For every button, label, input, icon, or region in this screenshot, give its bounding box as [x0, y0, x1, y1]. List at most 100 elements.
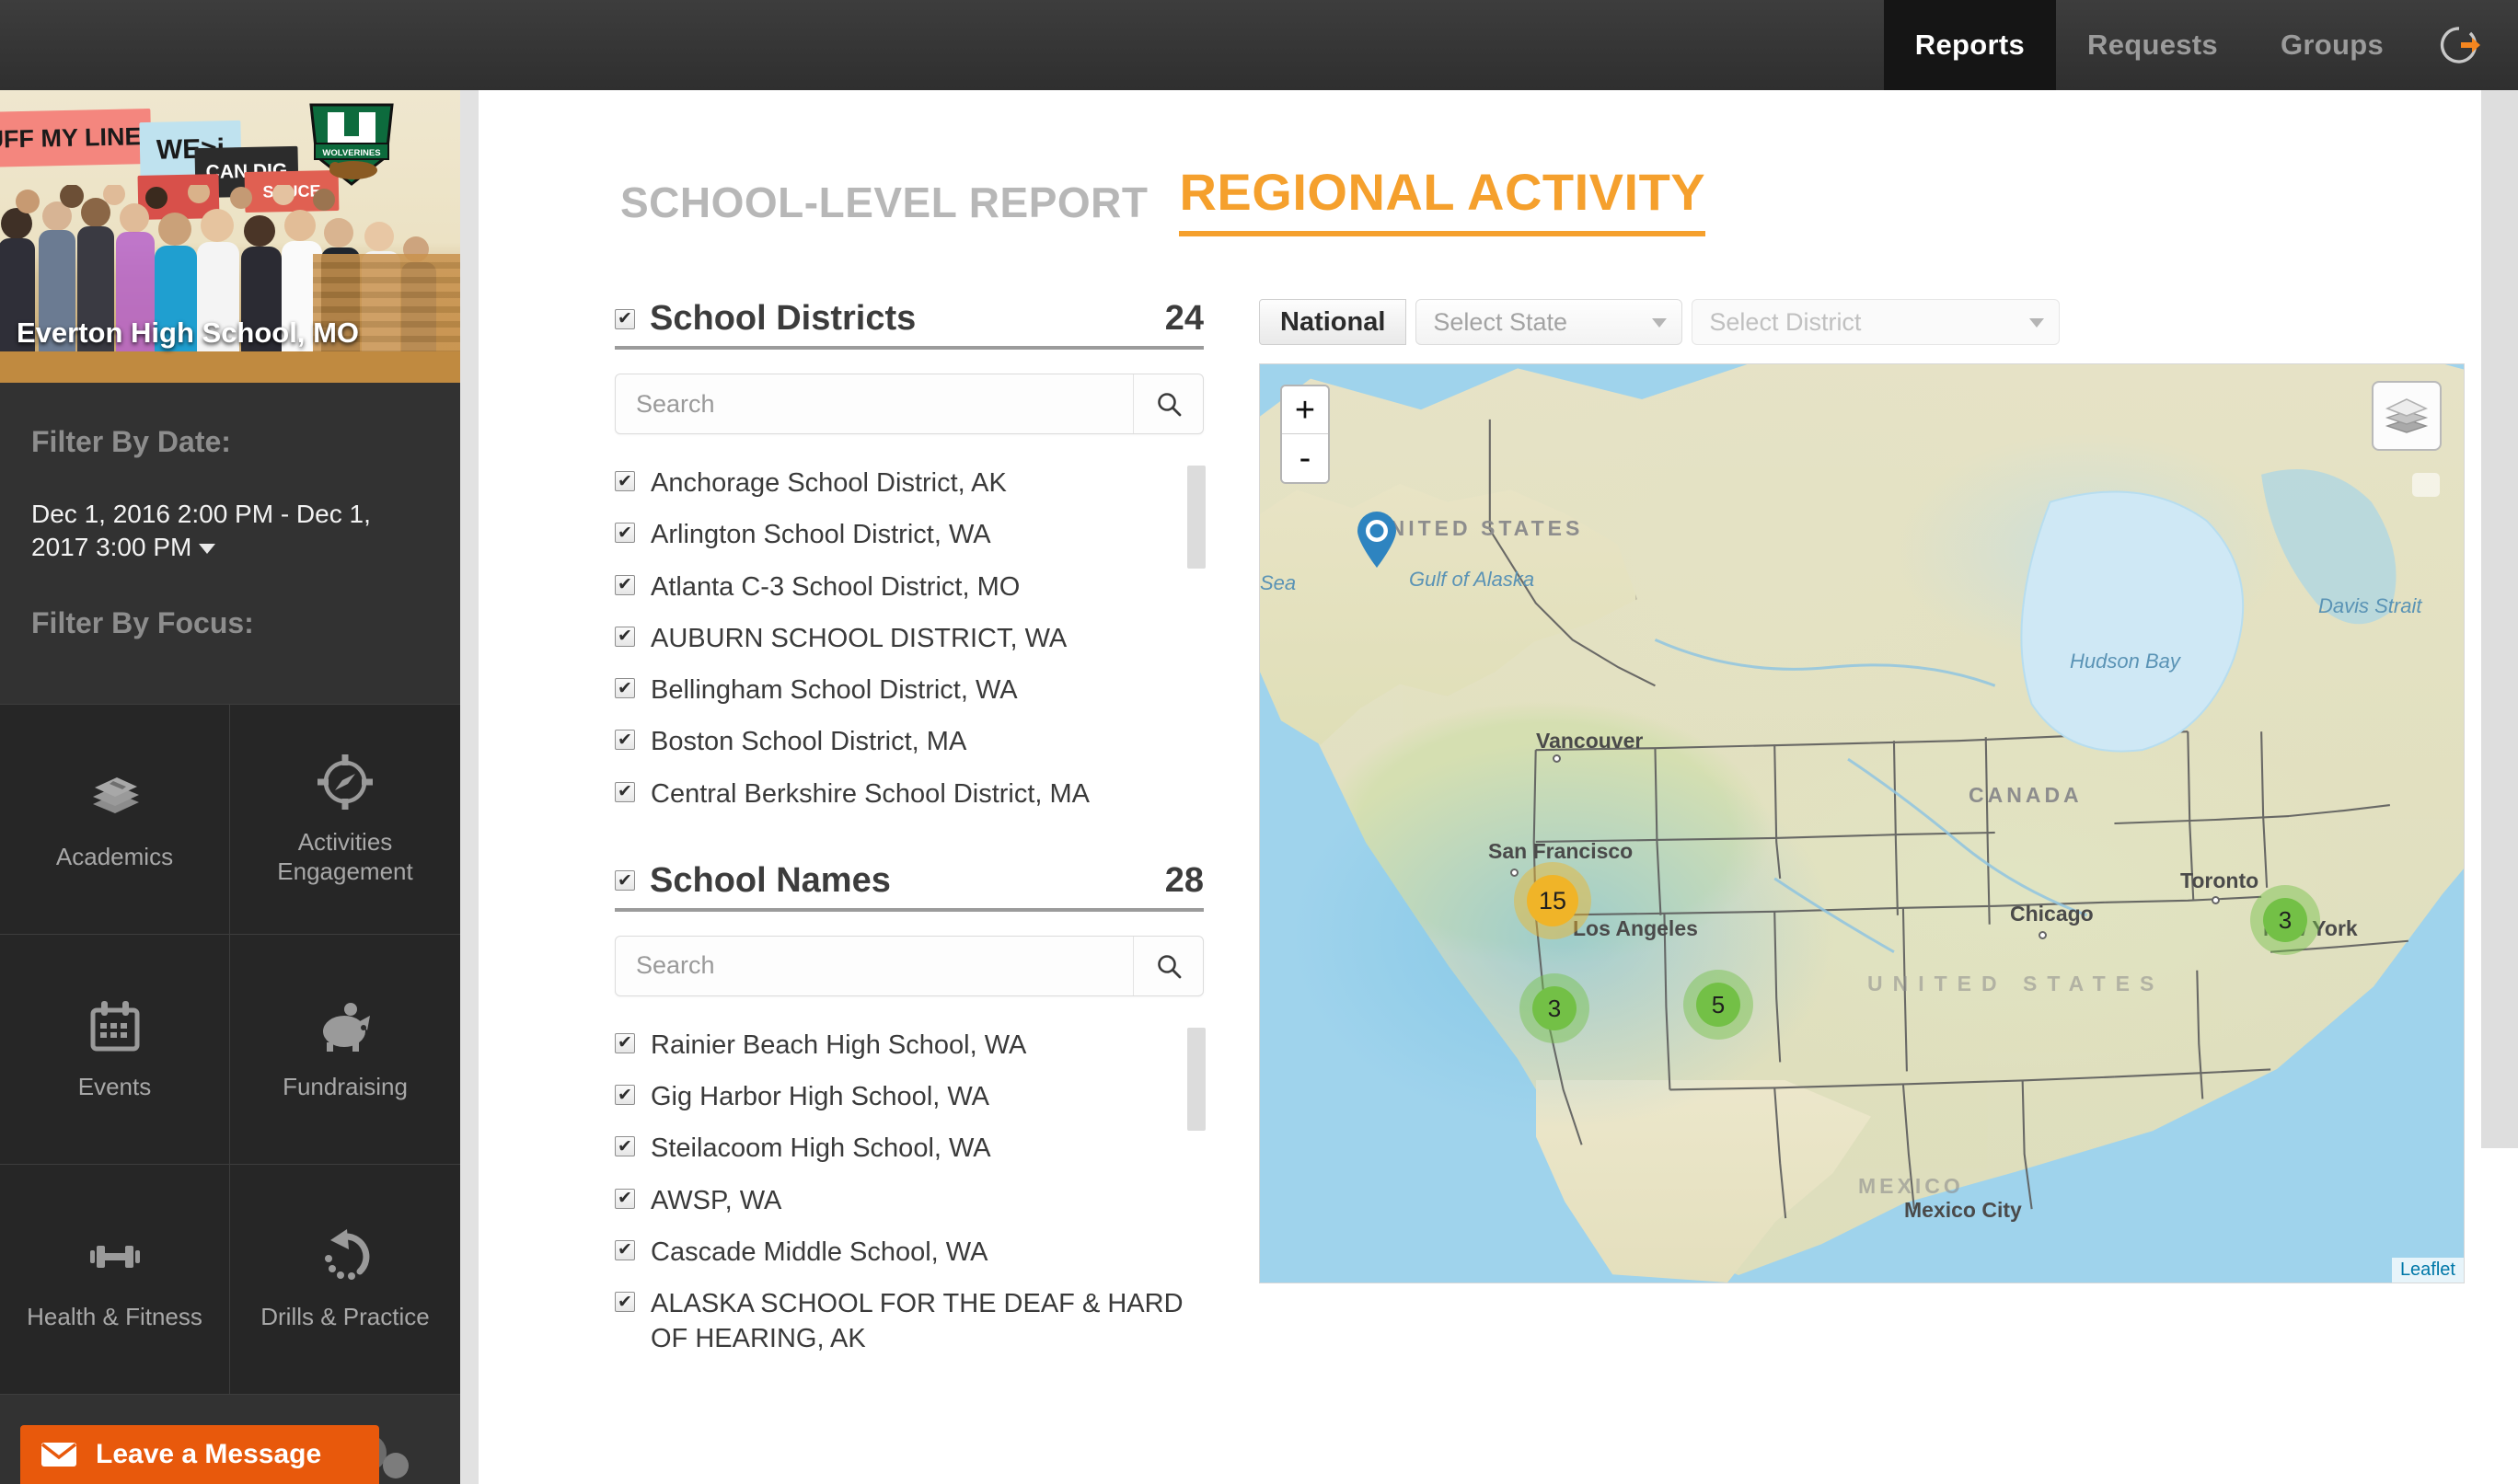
search-icon — [1157, 393, 1181, 417]
chevron-down-icon — [2029, 318, 2045, 328]
item-label: Steilacoom High School, WA — [651, 1133, 991, 1164]
item-checkbox[interactable]: ✔ — [615, 1136, 635, 1157]
search-input[interactable] — [616, 389, 1133, 419]
facet-title: School Names — [650, 860, 891, 900]
date-range-picker[interactable]: Dec 1, 2016 2:00 PM - Dec 1, 2017 3:00 P… — [31, 498, 429, 564]
facet-select-all-checkbox[interactable]: ✔ — [615, 308, 635, 329]
item-checkbox[interactable]: ✔ — [615, 471, 635, 491]
city-dot — [1510, 869, 1519, 877]
leaflet-attribution[interactable]: Leaflet — [2391, 1258, 2464, 1283]
item-checkbox[interactable]: ✔ — [615, 1188, 635, 1209]
nav-item-reports[interactable]: Reports — [1883, 0, 2057, 90]
chevron-down-icon — [1652, 318, 1668, 328]
item-checkbox[interactable]: ✔ — [615, 523, 635, 544]
item-label: Atlanta C-3 School District, MO — [651, 571, 1021, 602]
nav-item-requests-label: Requests — [2087, 29, 2218, 61]
list-item[interactable]: ✔ ALASKA SCHOOL FOR THE DEAF & HARD OF HE… — [615, 1286, 1204, 1357]
item-checkbox[interactable]: ✔ — [615, 781, 635, 802]
list-item[interactable]: ✔ AWSP, WA — [615, 1183, 1204, 1218]
page-scrollbar[interactable] — [2481, 90, 2518, 1484]
facet-list-scrollbar[interactable] — [1187, 1027, 1206, 1131]
leaflet-map[interactable]: UNITED STATES CANADA UNITED STATES MEXIC… — [1259, 363, 2465, 1283]
cluster-count: 15 — [1538, 886, 1567, 915]
leave-a-message-button[interactable]: Leave a Message — [20, 1425, 379, 1484]
target-compass-icon — [318, 754, 373, 810]
logout-button[interactable] — [2415, 0, 2518, 90]
list-item[interactable]: ✔ Atlanta C-3 School District, MO — [615, 569, 1204, 604]
list-item[interactable]: ✔ Central Berkshire School District, MA — [615, 777, 1204, 811]
zoom-out-button[interactable]: - — [1282, 434, 1328, 482]
item-checkbox[interactable]: ✔ — [615, 1085, 635, 1106]
page-scrollbar-thumb[interactable] — [2481, 90, 2518, 1148]
focus-tile-health-fitness[interactable]: Health & Fitness — [0, 1165, 230, 1395]
search-button[interactable] — [1133, 936, 1203, 995]
filter-by-date-label: Filter By Date: — [31, 425, 231, 458]
facet-select-all-checkbox[interactable]: ✔ — [615, 870, 635, 892]
nav-item-requests[interactable]: Requests — [2056, 0, 2249, 90]
list-item[interactable]: ✔ Arlington School District, WA — [615, 517, 1204, 552]
map-cluster-marker[interactable]: 15 — [1514, 862, 1591, 939]
tab-school-level-report[interactable]: SCHOOL-LEVEL REPORT — [620, 178, 1148, 236]
map-pin-icon[interactable] — [1356, 512, 1398, 569]
focus-tile-events[interactable]: Events — [0, 935, 230, 1165]
city-dot — [1553, 754, 1561, 763]
layers-icon — [2385, 398, 2429, 433]
map-zoom-controls: + - — [1280, 385, 1330, 484]
item-checkbox[interactable]: ✔ — [615, 626, 635, 647]
list-item[interactable]: ✔ Cascade Middle School, WA — [615, 1235, 1204, 1270]
focus-tile-drills-practice[interactable]: Drills & Practice — [230, 1165, 460, 1395]
select-state-dropdown[interactable]: Select State — [1415, 299, 1683, 345]
report-body: ✔ School Districts 24 Search ✔ Anchorage… — [479, 236, 2481, 1407]
city-dot — [2212, 896, 2220, 904]
list-item[interactable]: ✔ Gig Harbor High School, WA — [615, 1079, 1204, 1114]
logout-icon — [2440, 27, 2480, 63]
focus-tile-fundraising[interactable]: Fundraising — [230, 935, 460, 1165]
item-checkbox[interactable]: ✔ — [615, 678, 635, 699]
cluster-count: 3 — [2278, 905, 2293, 934]
item-label: Anchorage School District, AK — [651, 468, 1007, 498]
search-button[interactable] — [1133, 374, 1203, 433]
content-left-gutter — [460, 90, 479, 1484]
list-item[interactable]: ✔ Anchorage School District, AK — [615, 466, 1204, 500]
list-item[interactable]: ✔ Boston School District, MA — [615, 724, 1204, 759]
item-checkbox[interactable]: ✔ — [615, 730, 635, 751]
list-item[interactable]: ✔ AUBURN SCHOOL DISTRICT, WA — [615, 621, 1204, 656]
report-tabs: SCHOOL-LEVEL REPORT REGIONAL ACTIVITY — [479, 90, 2481, 236]
list-item[interactable]: ✔ Rainier Beach High School, WA — [615, 1028, 1204, 1063]
refresh-arrow-icon — [325, 1228, 370, 1280]
focus-tile-academics[interactable]: Academics — [0, 705, 230, 935]
school-photo: UFF MY LINE WE>i CAN DIG SAUCE WOLVERINE… — [0, 90, 460, 383]
search-input[interactable] — [616, 951, 1133, 981]
focus-tile-label: Drills & Practice — [260, 1302, 430, 1330]
item-label: Central Berkshire School District, MA — [651, 778, 1091, 809]
city-dot — [2039, 931, 2047, 939]
map-panel: National Select State Select District UN… — [1259, 299, 2492, 1407]
item-checkbox[interactable]: ✔ — [615, 1032, 635, 1053]
select-district-dropdown[interactable]: Select District — [1692, 299, 2061, 345]
list-item[interactable]: ✔ Bellingham School District, WA — [615, 673, 1204, 707]
focus-filter-grid: Academics Activities Engagement Events F… — [0, 704, 460, 1395]
map-cluster-marker[interactable]: 3 — [1519, 973, 1589, 1043]
map-cluster-marker[interactable]: 5 — [1683, 970, 1753, 1040]
item-checkbox[interactable]: ✔ — [615, 574, 635, 595]
tab-regional-activity[interactable]: REGIONAL ACTIVITY — [1179, 162, 1706, 236]
map-cluster-marker[interactable]: 3 — [2250, 885, 2320, 955]
focus-tile-activities-engagement[interactable]: Activities Engagement — [230, 705, 460, 935]
facet-list-scrollbar[interactable] — [1187, 466, 1206, 569]
main-content: SCHOOL-LEVEL REPORT REGIONAL ACTIVITY ✔ … — [479, 90, 2481, 1484]
sidebar-filters: Filter By Date: Dec 1, 2016 2:00 PM - De… — [0, 383, 460, 640]
nav-item-groups-label: Groups — [2280, 29, 2384, 61]
item-label: AWSP, WA — [651, 1185, 782, 1215]
facet-school-districts: ✔ School Districts 24 Search ✔ Anchorage… — [615, 299, 1206, 811]
map-layers-button[interactable] — [2372, 381, 2442, 451]
item-checkbox[interactable]: ✔ — [615, 1292, 635, 1313]
national-button[interactable]: National — [1259, 299, 1407, 345]
list-item[interactable]: ✔ Steilacoom High School, WA — [615, 1131, 1204, 1166]
nav-item-groups[interactable]: Groups — [2249, 0, 2415, 90]
map-control-placeholder — [2412, 473, 2440, 497]
facet-list: ✔ Anchorage School District, AK ✔ Arlingto… — [615, 466, 1204, 811]
item-label: Bellingham School District, WA — [651, 675, 1018, 706]
svg-text:WOLVERINES: WOLVERINES — [322, 148, 380, 158]
item-checkbox[interactable]: ✔ — [615, 1239, 635, 1260]
zoom-in-button[interactable]: + — [1282, 386, 1328, 434]
